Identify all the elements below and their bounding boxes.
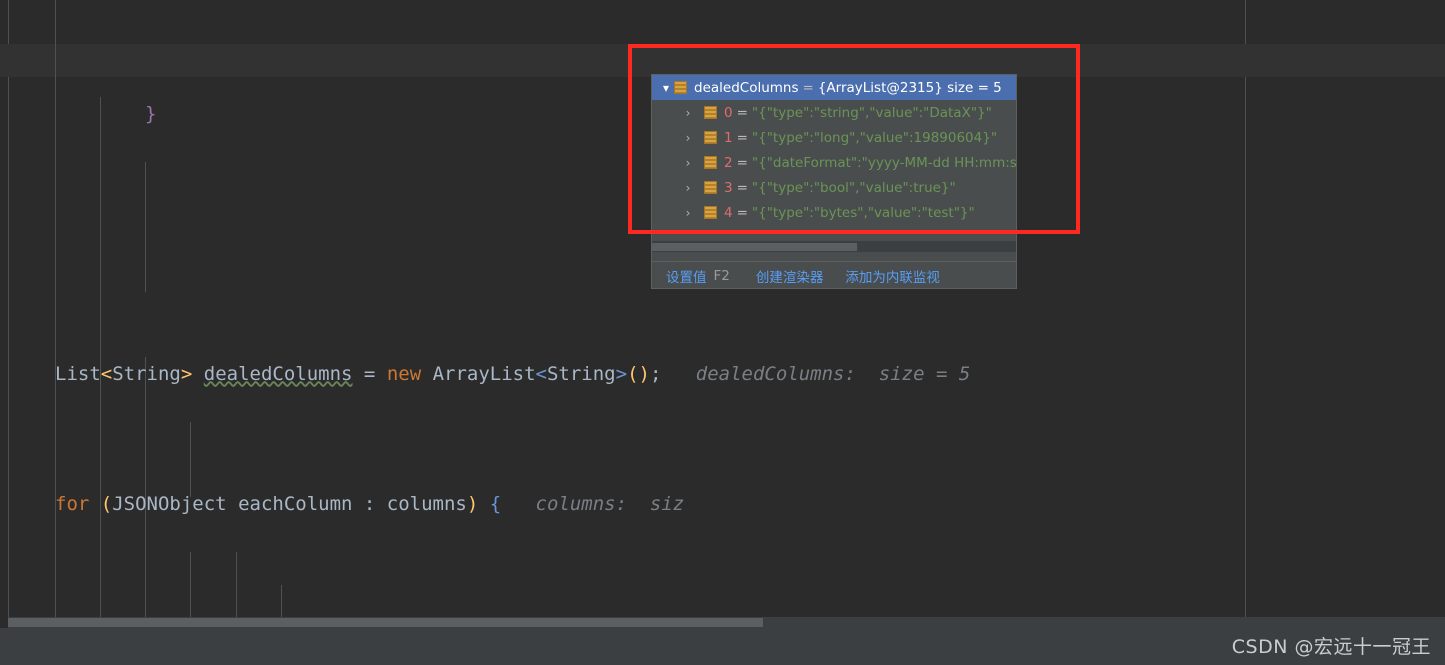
variable-name: 3 <box>724 179 733 196</box>
chevron-right-icon[interactable]: › <box>680 131 696 145</box>
chevron-right-icon[interactable]: › <box>680 206 696 220</box>
tree-row-label: 1 = "{"type":"long","value":19890604}" <box>724 130 997 146</box>
list-icon <box>704 206 717 219</box>
variable-name: 2 <box>724 154 733 171</box>
variable-name: dealedColumns <box>694 79 799 96</box>
variable-value: "{"type":"bool","value":true}" <box>751 179 956 196</box>
code-line: List<String> dealedColumns = new ArrayLi… <box>55 362 971 385</box>
variables-tree[interactable]: ▾ dealedColumns = {ArrayList@2315} size = … <box>652 75 1017 225</box>
editor-hscrollbar-thumb[interactable] <box>8 618 763 627</box>
variable-name: 1 <box>724 129 733 146</box>
list-icon <box>704 106 717 119</box>
chevron-down-icon[interactable]: ▾ <box>658 81 674 95</box>
list-icon <box>704 181 717 194</box>
variable-value: "{"type":"long","value":19890604}" <box>751 129 998 146</box>
chevron-right-icon[interactable]: › <box>680 181 696 195</box>
tree-row-item-1[interactable]: › 1 = "{"type":"long","value":19890604}" <box>652 125 1016 150</box>
inline-hint-columns: columns: siz <box>535 492 685 515</box>
list-icon <box>704 156 717 169</box>
popup-hscrollbar-thumb[interactable] <box>652 243 857 251</box>
tree-row-item-0[interactable]: › 0 = "{"type":"string","value":"DataX"}" <box>652 100 1016 125</box>
equals-sign: = <box>736 129 748 146</box>
chevron-right-icon[interactable]: › <box>680 156 696 170</box>
equals-sign: = <box>802 79 814 96</box>
csdn-watermark: CSDN @宏远十一冠王 <box>1231 636 1431 658</box>
tree-row-label: 4 = "{"type":"bytes","value":"test"}" <box>724 205 975 221</box>
tree-row-item-2[interactable]: › 2 = "{"dateFormat":"yyyy-MM-dd HH:mm:ss"… <box>652 150 1017 175</box>
variable-value: "{"type":"bytes","value":"test"}" <box>751 204 975 221</box>
list-icon <box>674 81 687 94</box>
code-line: for (JSONObject eachColumn : columns) { … <box>55 492 685 515</box>
set-value-button[interactable]: 设置值 <box>666 266 707 286</box>
add-inline-watch-button[interactable]: 添加为内联监视 <box>845 266 940 286</box>
tree-row-label: dealedColumns = {ArrayList@2315} size = 5 <box>694 80 1002 96</box>
variable-value: {ArrayList@2315} size = 5 <box>817 79 1002 96</box>
tree-row-item-4[interactable]: › 4 = "{"type":"bytes","value":"test"}" <box>652 200 1016 225</box>
popup-toolbar[interactable]: 设置值 F2 创建渲染器 添加为内联监视 <box>652 262 1016 288</box>
equals-sign: = <box>736 204 748 221</box>
equals-sign: = <box>736 179 748 196</box>
inline-hint-dealed-columns: dealedColumns: size = 5 <box>695 362 971 385</box>
variable-name: 4 <box>724 204 733 221</box>
equals-sign: = <box>736 154 748 171</box>
ide-screenshot: } List<String> dealedColumns = new Array… <box>0 0 1445 665</box>
tree-row-label: 2 = "{"dateFormat":"yyyy-MM-dd HH:mm:ss"," <box>724 154 1017 171</box>
tree-row-dealedcolumns[interactable]: ▾ dealedColumns = {ArrayList@2315} size = … <box>652 75 1016 100</box>
create-renderer-button[interactable]: 创建渲染器 <box>756 266 824 286</box>
tree-row-label: 3 = "{"type":"bool","value":true}" <box>724 180 956 196</box>
equals-sign: = <box>736 104 748 121</box>
variable-name: 0 <box>724 104 733 121</box>
bottom-bar <box>0 628 1445 665</box>
chevron-right-icon[interactable]: › <box>680 106 696 120</box>
tree-row-item-3[interactable]: › 3 = "{"type":"bool","value":true}" <box>652 175 1016 200</box>
tree-row-label: 0 = "{"type":"string","value":"DataX"}" <box>724 105 992 121</box>
variable-value: "{"type":"string","value":"DataX"}" <box>751 104 992 121</box>
variable-value: "{"dateFormat":"yyyy-MM-dd HH:mm:ss"," <box>751 154 1017 171</box>
debug-value-popup[interactable]: ▾ dealedColumns = {ArrayList@2315} size = … <box>651 74 1017 289</box>
list-icon <box>704 131 717 144</box>
set-value-shortcut: F2 <box>713 268 730 284</box>
